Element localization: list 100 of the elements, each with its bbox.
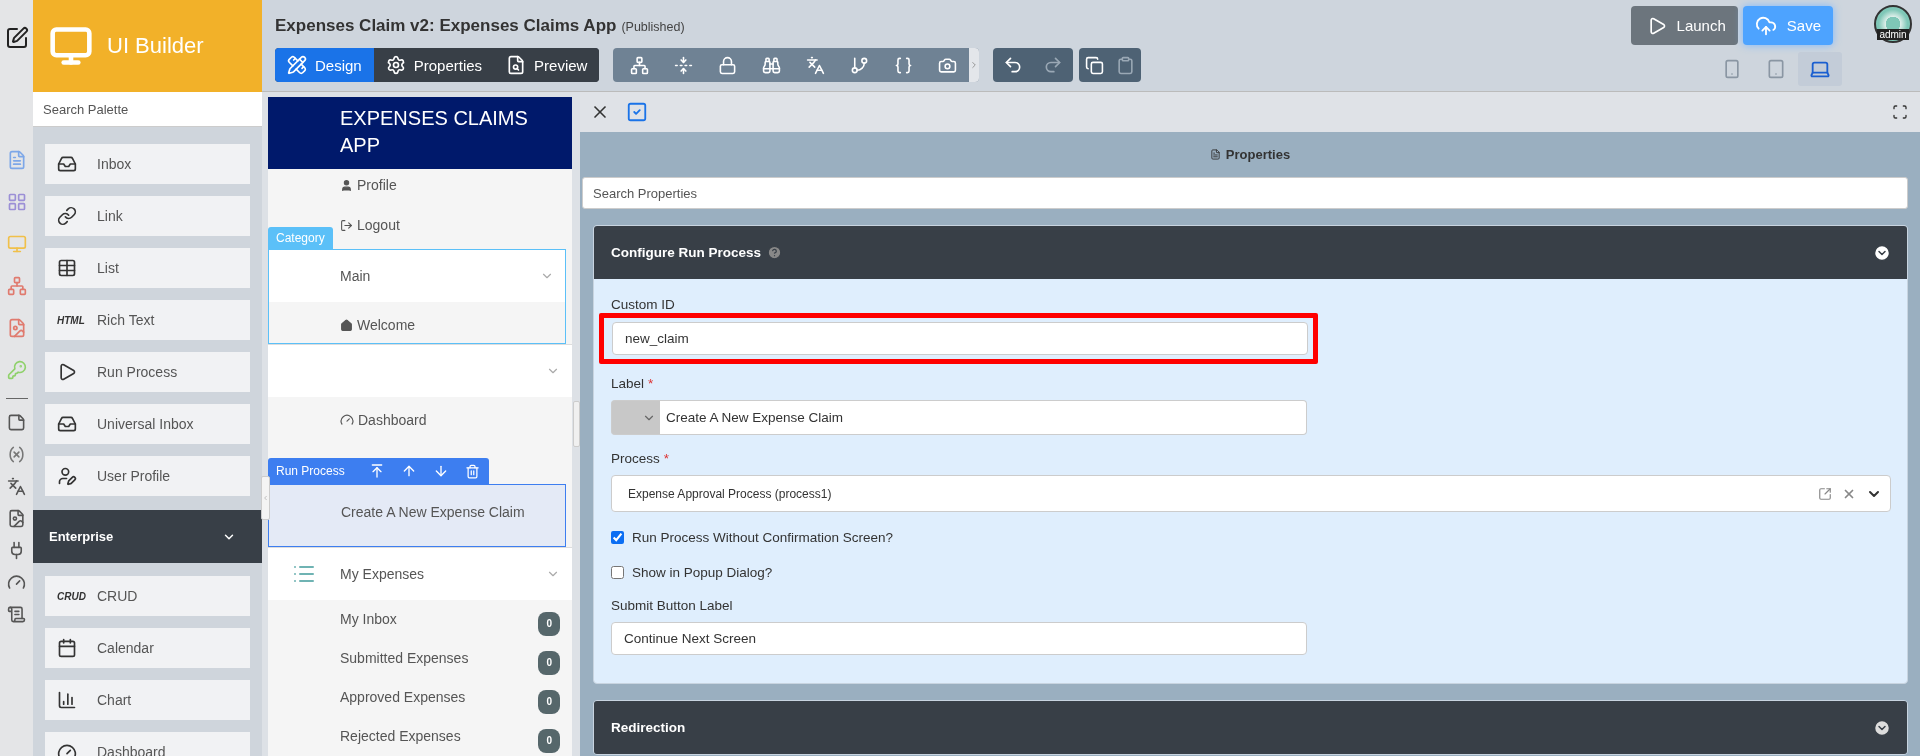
menu-item[interactable]: Approved Expenses 0 bbox=[268, 678, 572, 717]
grid-icon[interactable] bbox=[6, 192, 27, 212]
inbox-icon bbox=[57, 154, 77, 174]
menu-item[interactable]: My Inbox 0 bbox=[268, 600, 572, 639]
required-mark: * bbox=[648, 376, 654, 391]
device-button[interactable] bbox=[1798, 52, 1842, 86]
calendar-icon bbox=[57, 638, 77, 658]
chevron-down-icon bbox=[1873, 243, 1891, 262]
tablet-icon bbox=[1766, 59, 1786, 79]
category-header[interactable]: Enterprise bbox=[33, 510, 262, 563]
translate-icon[interactable] bbox=[7, 477, 26, 496]
binoculars-icon[interactable] bbox=[761, 55, 781, 75]
app-title: UI Builder bbox=[107, 33, 204, 59]
link-icon bbox=[57, 206, 77, 226]
input-field[interactable]: new_claim bbox=[612, 322, 1308, 355]
palette-item[interactable]: User Profile bbox=[45, 456, 250, 496]
sitemap-icon[interactable] bbox=[6, 276, 27, 296]
menu-link[interactable]: Profile bbox=[340, 173, 397, 197]
palette-item[interactable]: HTML Rich Text bbox=[45, 300, 250, 340]
branch-icon[interactable] bbox=[849, 55, 869, 75]
field-label: Process bbox=[611, 451, 660, 466]
palette-item[interactable]: List bbox=[45, 248, 250, 288]
search-field[interactable]: Search Palette bbox=[33, 92, 262, 127]
count-badge: 0 bbox=[538, 690, 560, 714]
image-file-icon[interactable] bbox=[7, 509, 26, 528]
external-link-icon[interactable] bbox=[1818, 486, 1832, 501]
pencil-ruler-icon bbox=[287, 55, 307, 75]
count-badge: 0 bbox=[538, 651, 560, 675]
menu-item[interactable]: Create A New Expense Claim bbox=[268, 484, 566, 547]
section-header[interactable]: Configure Run Process bbox=[594, 226, 1907, 279]
menu-item[interactable]: Submitted Expenses 0 bbox=[268, 639, 572, 678]
field-label: Label bbox=[611, 376, 645, 391]
checkbox[interactable] bbox=[611, 531, 624, 544]
status-text: (Published) bbox=[621, 20, 685, 34]
menu-item[interactable]: Rejected Expenses 0 bbox=[268, 717, 572, 756]
monitor-icon bbox=[49, 24, 93, 68]
search-field[interactable]: Search Properties bbox=[582, 177, 1908, 209]
field-label: Submit Button Label bbox=[611, 598, 733, 613]
count-badge: 0 bbox=[538, 612, 560, 636]
menu-category[interactable]: My Expenses bbox=[268, 547, 572, 600]
scroll-icon[interactable] bbox=[7, 605, 26, 624]
gear-icon bbox=[385, 55, 406, 75]
copy-icon[interactable] bbox=[1084, 55, 1104, 75]
lock-icon[interactable] bbox=[717, 55, 737, 75]
launch-button[interactable]: Launch bbox=[1630, 6, 1738, 45]
palette-item[interactable]: Calendar bbox=[45, 628, 250, 668]
edit-icon[interactable] bbox=[4, 26, 29, 50]
home-icon bbox=[340, 318, 353, 332]
menu-category[interactable]: Main bbox=[268, 249, 566, 302]
section-header[interactable]: Redirection bbox=[594, 701, 1907, 754]
variable-icon[interactable] bbox=[7, 445, 26, 464]
resize-handle[interactable] bbox=[572, 401, 580, 447]
checkbox-label: Run Process Without Confirmation Screen? bbox=[632, 530, 894, 545]
element-tag: CRUD bbox=[57, 590, 87, 602]
input-field[interactable]: Continue Next Screen bbox=[611, 622, 1307, 655]
palette-item[interactable]: Link bbox=[45, 196, 250, 236]
sitemap-icon[interactable] bbox=[629, 55, 649, 75]
palette-item[interactable]: Inbox bbox=[45, 144, 250, 184]
required-mark: * bbox=[663, 451, 670, 466]
palette-item[interactable]: Universal Inbox bbox=[45, 404, 250, 444]
delete-icon[interactable] bbox=[464, 463, 480, 479]
paste-icon[interactable] bbox=[1115, 55, 1135, 75]
compress-icon[interactable] bbox=[673, 55, 693, 75]
avatar[interactable]: admin bbox=[1874, 4, 1912, 43]
help-icon bbox=[767, 245, 783, 260]
mode-tab[interactable]: Design bbox=[275, 48, 374, 82]
menu-item[interactable]: Welcome bbox=[268, 302, 566, 344]
checkbox-icon[interactable] bbox=[626, 101, 648, 123]
chart-icon bbox=[57, 690, 77, 710]
panel-title: Properties bbox=[1225, 147, 1291, 162]
user-icon bbox=[340, 178, 353, 192]
app-header: EXPENSES CLAIMS APP bbox=[268, 97, 572, 169]
page-title: Expenses Claim v2: Expenses Claims App bbox=[275, 16, 617, 36]
count-badge: 0 bbox=[538, 729, 560, 753]
element-toolbar: Run Process bbox=[268, 458, 489, 484]
user-edit-icon bbox=[57, 466, 77, 486]
checkbox[interactable] bbox=[611, 566, 624, 579]
gauge-icon[interactable] bbox=[7, 573, 26, 592]
menu-item[interactable]: Dashboard bbox=[268, 397, 572, 439]
process-select[interactable]: Expense Approval Process (process1) bbox=[611, 475, 1891, 512]
collapse-handle[interactable] bbox=[261, 476, 270, 520]
selection-tag: Category bbox=[268, 227, 333, 249]
chevron-left-icon bbox=[262, 493, 269, 503]
logout-icon bbox=[340, 218, 353, 232]
palette-item[interactable]: Run Process bbox=[45, 352, 250, 392]
cloud-upload-icon bbox=[1754, 14, 1777, 37]
chevron-down-icon bbox=[1873, 718, 1891, 737]
palette-item[interactable]: Chart bbox=[45, 680, 250, 720]
note-icon[interactable] bbox=[7, 413, 26, 432]
gauge-icon bbox=[57, 742, 77, 756]
translate-icon[interactable] bbox=[805, 55, 825, 75]
gauge-icon bbox=[340, 413, 354, 427]
menu-link[interactable]: Logout bbox=[340, 213, 400, 237]
camera-icon[interactable] bbox=[937, 55, 957, 75]
redo-icon[interactable] bbox=[1043, 55, 1064, 75]
fullscreen-icon[interactable] bbox=[1892, 104, 1908, 120]
play-icon bbox=[57, 362, 77, 382]
palette-item[interactable]: CRUD CRUD bbox=[45, 576, 250, 616]
braces-icon[interactable] bbox=[893, 55, 913, 75]
element-tag: HTML bbox=[57, 314, 87, 326]
